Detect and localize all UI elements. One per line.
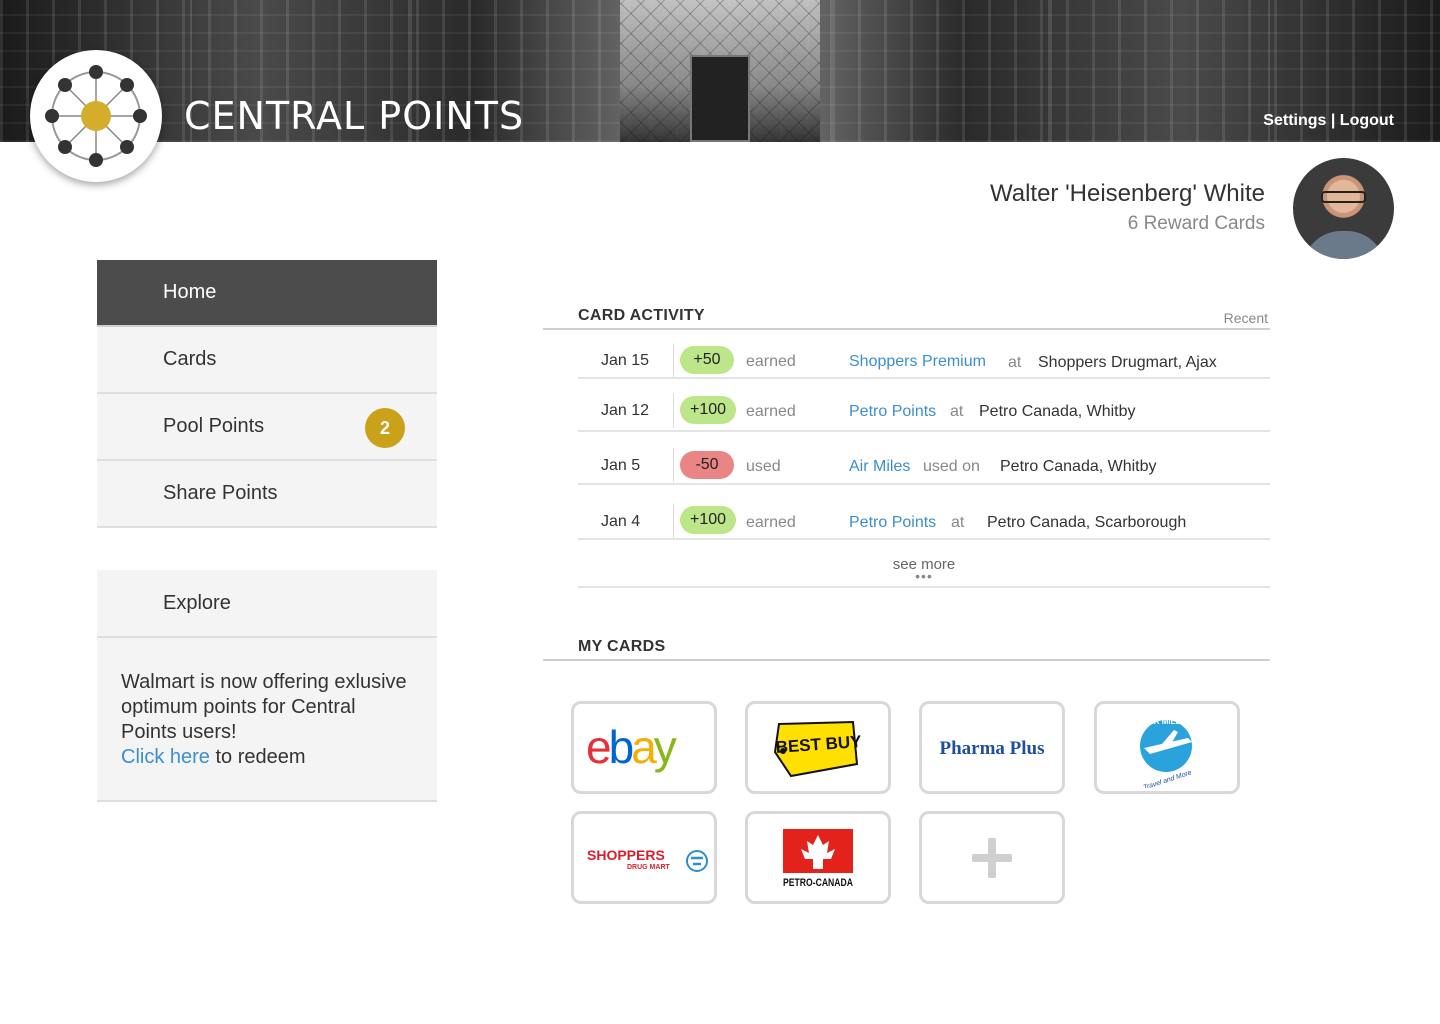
explore-title: Explore [163, 591, 231, 614]
logo-subtext: DRUG MART [627, 864, 670, 871]
sidebar-item-share-points[interactable]: Share Points [97, 461, 437, 528]
profile-name: Walter 'Heisenberg' White [989, 180, 1265, 207]
activity-row[interactable]: Jan 15 +50 earned Shoppers Premium at Sh… [578, 330, 1270, 379]
row-separator [673, 344, 674, 378]
promo-suffix: to redeem [209, 746, 306, 768]
points-pill: +100 [680, 396, 736, 424]
logo-text: Pharma Plus [939, 738, 1044, 759]
program-link[interactable]: Petro Points [849, 514, 936, 532]
program-link[interactable]: Air Miles [849, 458, 910, 476]
plus-icon [972, 837, 1012, 878]
air-miles-logo: AIR MILES Travel and More [1140, 717, 1193, 788]
activity-verb: earned [746, 403, 796, 420]
explore-header[interactable]: Explore [97, 570, 437, 638]
card-activity-title: CARD ACTIVITY [578, 307, 705, 324]
sidebar-item-cards[interactable]: Cards [97, 327, 437, 394]
sidebar-item-label: Pool Points [163, 415, 265, 437]
ebay-logo: ebay [586, 723, 680, 773]
sidebar-nav: Home Cards Pool Points 2 Share Points [97, 260, 437, 528]
petro-canada-card[interactable]: PETRO-CANADA [745, 811, 891, 904]
logo-text: PETRO-CANADA [783, 877, 853, 889]
activity-location: Petro Canada, Whitby [1000, 458, 1157, 475]
app-title: CENTRAL POINTS [184, 94, 525, 138]
activity-row[interactable]: Jan 4 +100 earned Petro Points at Petro … [578, 485, 1270, 540]
activity-preposition: at [951, 514, 965, 531]
points-pill: +100 [680, 506, 736, 534]
activity-verb: earned [746, 353, 796, 370]
activity-location: Petro Canada, Whitby [979, 403, 1136, 420]
avatar-glasses [1321, 191, 1366, 203]
activity-row[interactable]: Jan 12 +100 earned Petro Points at Petro… [578, 379, 1270, 432]
add-card-button[interactable] [919, 811, 1065, 904]
avatar-shirt [1303, 231, 1385, 259]
sidebar-item-label: Home [163, 281, 217, 303]
header-link-separator: | [1326, 112, 1340, 129]
program-link[interactable]: Petro Points [849, 403, 936, 421]
sidebar-item-home[interactable]: Home [97, 260, 437, 327]
logo-text: SHOPPERS [587, 847, 665, 863]
activity-location: Petro Canada, Scarborough [987, 514, 1187, 531]
petro-canada-logo: PETRO-CANADA [783, 828, 853, 889]
activity-list: Jan 15 +50 earned Shoppers Premium at Sh… [578, 330, 1270, 540]
row-separator [673, 394, 674, 428]
shoppers-card[interactable]: SHOPPERS DRUG MART [571, 811, 717, 904]
network-hub-icon [45, 65, 147, 167]
settings-link[interactable]: Settings [1263, 112, 1326, 129]
ellipsis-icon: ••• [915, 568, 933, 584]
activity-preposition: at [1008, 354, 1022, 371]
activity-preposition: at [950, 403, 964, 420]
app-logo[interactable] [30, 50, 162, 182]
promo-text: Walmart is now offering exlusive optimum… [121, 671, 407, 743]
sidebar-item-label: Cards [163, 348, 217, 370]
logo-text: AIR MILES [1146, 717, 1187, 726]
best-buy-logo: BEST BUY [773, 720, 863, 777]
logout-link[interactable]: Logout [1340, 112, 1394, 129]
logo-letter: b [609, 723, 633, 773]
banner-arch [830, 0, 1050, 142]
activity-verb: used [746, 458, 781, 475]
activity-date: Jan 15 [601, 352, 650, 369]
banner-door [690, 55, 750, 142]
activity-date: Jan 5 [601, 457, 641, 474]
pharma-plus-logo: Pharma Plus [939, 738, 1044, 759]
program-link[interactable]: Shoppers Premium [849, 353, 986, 371]
best-buy-card[interactable]: BEST BUY [745, 701, 891, 794]
activity-filter[interactable]: Recent [1224, 310, 1268, 326]
svg-text:ebay: ebay [586, 723, 677, 773]
sidebar-item-label: Share Points [163, 482, 278, 504]
activity-date: Jan 4 [601, 513, 641, 530]
see-more-link[interactable]: see more ••• [578, 548, 1270, 588]
air-miles-card[interactable]: AIR MILES Travel and More [1094, 701, 1240, 794]
header-links: Settings | Logout [1263, 112, 1394, 130]
logo-subtext: Travel and More [1142, 769, 1192, 788]
logo-letter: e [586, 723, 610, 773]
activity-preposition: used on [923, 458, 980, 475]
ebay-card[interactable]: ebay [571, 701, 717, 794]
avatar[interactable] [1293, 158, 1394, 259]
row-separator [673, 504, 674, 538]
points-pill: -50 [680, 451, 734, 479]
pharma-plus-card[interactable]: Pharma Plus [919, 701, 1065, 794]
notification-badge: 2 [365, 408, 405, 448]
activity-row[interactable]: Jan 5 -50 used Air Miles used on Petro C… [578, 432, 1270, 485]
my-cards-title: MY CARDS [578, 638, 666, 655]
activity-verb: earned [746, 514, 796, 531]
promo-message: Walmart is now offering exlusive optimum… [97, 638, 437, 802]
points-pill: +50 [680, 346, 734, 374]
row-separator [673, 448, 674, 482]
redeem-link[interactable]: Click here [121, 746, 210, 768]
section-divider [543, 659, 1270, 661]
activity-date: Jan 12 [601, 402, 650, 419]
sidebar-item-pool-points[interactable]: Pool Points 2 [97, 394, 437, 461]
logo-letter: y [654, 723, 677, 773]
activity-location: Shoppers Drugmart, Ajax [1038, 354, 1217, 371]
shoppers-drug-mart-logo: SHOPPERS DRUG MART [587, 847, 708, 872]
explore-panel: Explore Walmart is now offering exlusive… [97, 570, 437, 802]
banner-arch [1050, 0, 1270, 142]
reward-card-count: 6 Reward Cards [1127, 213, 1265, 234]
